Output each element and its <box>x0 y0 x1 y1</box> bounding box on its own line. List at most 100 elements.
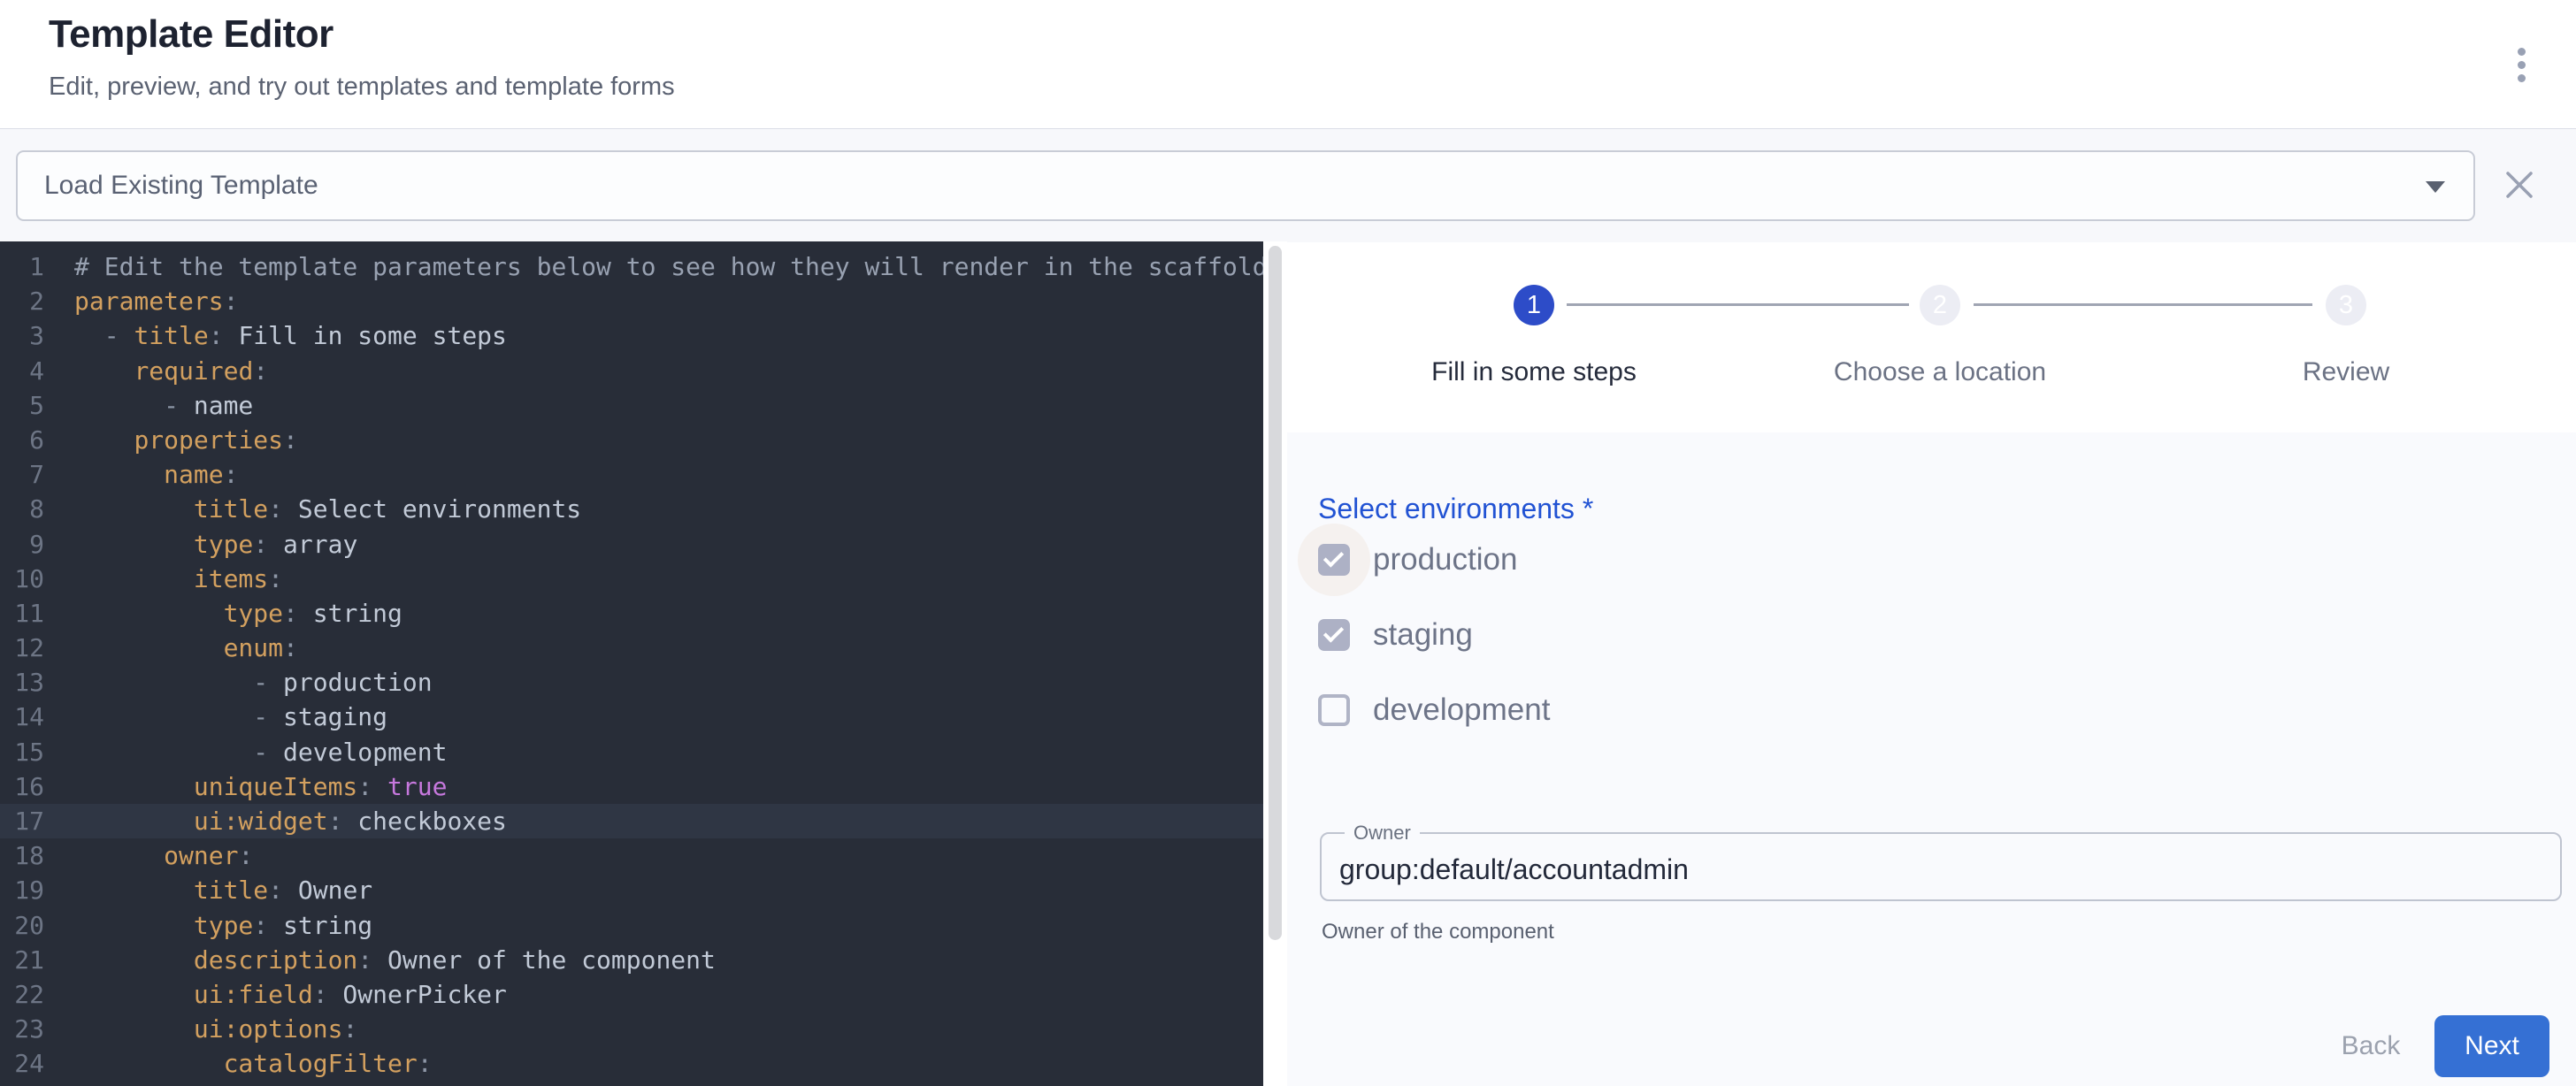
code-text: owner: <box>74 838 253 873</box>
checked-checkbox-icon[interactable] <box>1318 619 1350 651</box>
unchecked-checkbox-icon[interactable] <box>1318 694 1350 726</box>
code-text: catalogFilter: <box>74 1046 433 1081</box>
code-line: 20 type: string <box>0 908 1263 943</box>
line-number: 8 <box>0 492 44 526</box>
step-2-label: Choose a location <box>1763 357 2117 387</box>
code-text: properties: <box>74 423 298 457</box>
code-line: 1# Edit the template parameters below to… <box>0 249 1263 284</box>
checkbox-row-production[interactable]: production <box>1318 544 1517 576</box>
code-line: 24 catalogFilter: <box>0 1046 1263 1081</box>
line-number: 22 <box>0 977 44 1012</box>
code-text: required: <box>74 354 268 388</box>
code-line: 19 title: Owner <box>0 873 1263 907</box>
code-text: title: Select environments <box>74 492 581 526</box>
code-line: 23 ui:options: <box>0 1012 1263 1046</box>
step-2-indicator: 2 <box>1920 285 1960 325</box>
code-text: title: Owner <box>74 873 372 907</box>
owner-field-label: Owner <box>1345 822 1420 845</box>
code-line: 14 - staging <box>0 700 1263 734</box>
line-number: 9 <box>0 527 44 562</box>
form-step-panel: Select environments * productionstagingd… <box>1287 432 2576 1086</box>
code-line: 2 parameters: <box>0 284 1263 318</box>
code-line: 13 - production <box>0 665 1263 700</box>
code-line: 15 - development <box>0 735 1263 769</box>
line-number: 18 <box>0 838 44 873</box>
line-number: 11 <box>0 596 44 631</box>
template-toolbar: Load Existing Template <box>0 128 2576 242</box>
checkbox-label: production <box>1373 542 1517 577</box>
code-line: 4 required: <box>0 354 1263 388</box>
kebab-menu-icon[interactable] <box>2500 39 2542 90</box>
code-line: 18 owner: <box>0 838 1263 873</box>
owner-field-value[interactable]: group:default/accountadmin <box>1339 850 1689 889</box>
line-number: 2 <box>0 284 44 318</box>
code-line: 17 ui:widget: checkboxes <box>0 804 1263 838</box>
line-number: 5 <box>0 388 44 423</box>
line-number: 15 <box>0 735 44 769</box>
code-text: - staging <box>74 700 387 734</box>
caret-down-icon <box>2426 181 2445 193</box>
code-line: 10 items: <box>0 562 1263 596</box>
line-number: 21 <box>0 943 44 977</box>
code-text: - development <box>74 735 447 769</box>
line-number: 12 <box>0 631 44 665</box>
kebab-dot <box>2518 48 2526 56</box>
code-text: items: <box>74 562 283 596</box>
code-text: - title: Fill in some steps <box>74 318 507 353</box>
stepper-connector <box>1974 303 2312 306</box>
line-number: 16 <box>0 769 44 804</box>
code-text: ui:options: <box>74 1012 357 1046</box>
owner-helper-text: Owner of the component <box>1322 920 1554 945</box>
checkbox-row-staging[interactable]: staging <box>1318 619 1473 651</box>
code-text: uniqueItems: true <box>74 769 447 804</box>
page-title: Template Editor <box>49 12 334 57</box>
line-number: 4 <box>0 354 44 388</box>
code-line: 8 title: Select environments <box>0 492 1263 526</box>
kebab-dot <box>2518 74 2526 82</box>
code-text: - production <box>74 665 433 700</box>
code-text: parameters: <box>74 284 238 318</box>
line-number: 13 <box>0 665 44 700</box>
checkbox-label: development <box>1373 692 1550 728</box>
load-existing-template-select[interactable]: Load Existing Template <box>16 150 2475 221</box>
line-number: 1 <box>0 249 44 284</box>
checked-checkbox-icon[interactable] <box>1318 544 1350 576</box>
line-number: 24 <box>0 1046 44 1081</box>
stepper-connector <box>1567 303 1909 306</box>
code-text: type: string <box>74 908 372 943</box>
code-line: 11 type: string <box>0 596 1263 631</box>
code-line: 21 description: Owner of the component <box>0 943 1263 977</box>
code-text: - name <box>74 388 253 423</box>
code-line: 16 uniqueItems: true <box>0 769 1263 804</box>
close-icon <box>2503 169 2535 201</box>
back-button[interactable]: Back <box>2325 1024 2417 1068</box>
line-number: 6 <box>0 423 44 457</box>
line-number: 23 <box>0 1012 44 1046</box>
checkbox-row-development[interactable]: development <box>1318 694 1550 726</box>
editor-scrollbar-track <box>1263 241 1287 1086</box>
code-line: 22 ui:field: OwnerPicker <box>0 977 1263 1012</box>
editor-scrollbar-thumb[interactable] <box>1269 246 1282 940</box>
clear-selection-button[interactable] <box>2496 162 2542 208</box>
code-text: name: <box>74 457 238 492</box>
code-text: description: Owner of the component <box>74 943 716 977</box>
code-text: ui:field: OwnerPicker <box>74 977 507 1012</box>
yaml-code-editor[interactable]: 1# Edit the template parameters below to… <box>0 241 1263 1086</box>
next-button[interactable]: Next <box>2434 1015 2549 1077</box>
code-text: enum: <box>74 631 298 665</box>
step-1-indicator: 1 <box>1514 285 1554 325</box>
line-number: 20 <box>0 908 44 943</box>
line-number: 3 <box>0 318 44 353</box>
line-number: 10 <box>0 562 44 596</box>
line-number: 14 <box>0 700 44 734</box>
code-text: type: array <box>74 527 357 562</box>
checkbox-label: staging <box>1373 617 1473 653</box>
line-number: 19 <box>0 873 44 907</box>
code-text: ui:widget: checkboxes <box>74 804 507 838</box>
code-line: 9 type: array <box>0 527 1263 562</box>
step-1-label: Fill in some steps <box>1357 357 1711 387</box>
load-existing-template-value: Load Existing Template <box>44 152 318 219</box>
code-line: 3 - title: Fill in some steps <box>0 318 1263 353</box>
code-line: 7 name: <box>0 457 1263 492</box>
kebab-dot <box>2518 61 2526 69</box>
